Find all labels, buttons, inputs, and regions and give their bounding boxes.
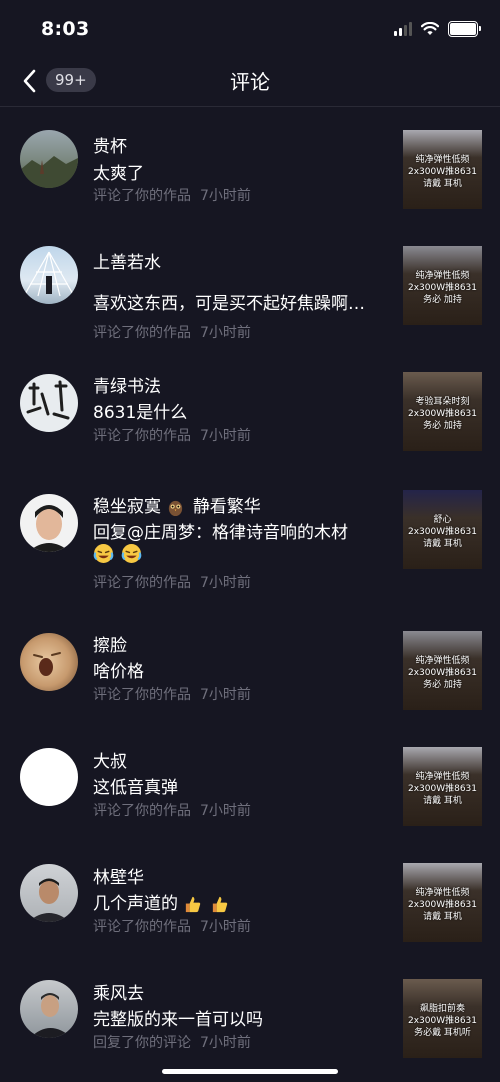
comment-text: 太爽了 [93,164,144,184]
comment-meta: 评论了你的作品 7小时前 [93,572,251,592]
owl-emoji-icon [169,500,183,516]
nav-bar: 99+ 评论 [0,58,500,107]
comment-text: 完整版的来一首可以吗 [93,1010,263,1030]
comment-item[interactable]: 林壁华 几个声道的 评论了你的作品 7小时前 纯净弹性低频 2x300W推8631… [0,848,500,964]
comment-list: 贵杯 太爽了 评论了你的作品 7小时前 纯净弹性低频 2x300W推8631 请戴… [0,108,500,1074]
thumbnail-caption: 请戴 耳机 [423,179,462,189]
comment-meta: 评论了你的作品 7小时前 [93,322,251,342]
comment-time: 7小时前 [200,325,251,341]
comment-item[interactable]: 贵杯 太爽了 评论了你的作品 7小时前 纯净弹性低频 2x300W推8631 请戴… [0,108,500,224]
avatar[interactable] [20,864,78,922]
status-bar: 8:03 [0,0,500,58]
thumbnail-caption: 务必戴 耳机听 [414,1028,471,1038]
page-title: 评论 [230,70,270,94]
username-part: 静看繁华 [192,497,261,517]
video-thumbnail[interactable]: 纯净弹性低频 2x300W推8631 务必 加持 [403,631,482,710]
thumbnail-caption: 请戴 耳机 [423,912,462,922]
comment-meta: 评论了你的作品 7小时前 [93,916,251,936]
comment-action: 评论了你的作品 [93,803,191,819]
avatar[interactable] [20,374,78,432]
comment-action: 评论了你的作品 [93,428,191,444]
video-thumbnail[interactable]: 舒心 2x300W推8631 请戴 耳机 [403,490,482,569]
laughing-tears-emoji-icon [121,544,142,563]
video-thumbnail[interactable]: 纯净弹性低频 2x300W推8631 务必 加持 [403,246,482,325]
comment-time: 7小时前 [200,687,251,703]
video-thumbnail[interactable]: 考验耳朵时刻 2x300W推8631 务必 加持 [403,372,482,451]
username[interactable]: 擦脸 [93,631,127,656]
username[interactable]: 大叔 [93,747,127,772]
comment-action: 评论了你的作品 [93,919,191,935]
comment-action: 回复了你的评论 [93,1035,191,1051]
video-thumbnail[interactable]: 纯净弹性低频 2x300W推8631 请戴 耳机 [403,130,482,209]
username[interactable]: 乘风去 [93,979,144,1004]
comment-item[interactable]: 乘风去 完整版的来一首可以吗 回复了你的评论 7小时前 飙脂扣前奏 2x300W推… [0,964,500,1074]
comment-meta: 评论了你的作品 7小时前 [93,185,251,205]
comment-time: 7小时前 [200,919,251,935]
comment-time: 7小时前 [200,428,251,444]
thumbnail-caption: 请戴 耳机 [423,539,462,549]
avatar[interactable] [20,980,78,1038]
video-thumbnail[interactable]: 纯净弹性低频 2x300W推8631 请戴 耳机 [403,863,482,942]
comment-text: 回复@庄周梦：格律诗音响的木材 [93,523,348,543]
username[interactable]: 青绿书法 [93,372,161,397]
avatar[interactable] [20,130,78,188]
username[interactable]: 稳坐寂寞 静看繁华 [93,492,261,517]
comment-action: 评论了你的作品 [93,188,191,204]
thumbnail-caption: 务必 加持 [423,421,462,431]
avatar[interactable] [20,633,78,691]
screen: 8:03 99+ 评论 贵杯 太爽了 评论了你的作品 7小时前 纯净弹性低频 2… [0,0,500,1082]
video-thumbnail[interactable]: 飙脂扣前奏 2x300W推8631 务必戴 耳机听 [403,979,482,1058]
username[interactable]: 上善若水 [93,248,161,273]
comment-text: 8631是什么 [93,403,188,423]
comment-meta: 评论了你的作品 7小时前 [93,425,251,445]
comment-action: 评论了你的作品 [93,575,191,591]
avatar[interactable] [20,494,78,552]
comment-item[interactable]: 青绿书法 8631是什么 评论了你的作品 7小时前 考验耳朵时刻 2x300W推8… [0,356,500,470]
wifi-icon [421,22,439,35]
video-thumbnail[interactable]: 纯净弹性低频 2x300W推8631 请戴 耳机 [403,747,482,826]
comment-meta: 回复了你的评论 7小时前 [93,1032,251,1052]
battery-icon [448,21,481,37]
comment-meta: 评论了你的作品 7小时前 [93,800,251,820]
comment-time: 7小时前 [200,803,251,819]
laughing-tears-emoji-icon [93,544,114,563]
comment-time: 7小时前 [200,1035,251,1051]
comment-text: 几个声道的 [93,889,231,914]
comment-time: 7小时前 [200,575,251,591]
emoji-row [93,543,144,564]
comment-item[interactable]: 大叔 这低音真弹 评论了你的作品 7小时前 纯净弹性低频 2x300W推8631 … [0,732,500,848]
comment-item[interactable]: 擦脸 啥价格 评论了你的作品 7小时前 纯净弹性低频 2x300W推8631 务必… [0,615,500,732]
thumbs-up-emoji-icon [186,896,201,912]
avatar[interactable] [20,246,78,304]
avatar[interactable] [20,748,78,806]
cellular-signal-icon [394,22,412,36]
username-part: 稳坐寂寞 [93,497,161,517]
comment-text: 这低音真弹 [93,778,178,798]
thumbnail-caption: 请戴 耳机 [423,796,462,806]
status-time: 8:03 [41,18,90,40]
comment-text: 啥价格 [93,662,144,682]
comment-action: 评论了你的作品 [93,325,191,341]
comment-text-body: 几个声道的 [93,894,178,914]
home-indicator[interactable] [162,1069,338,1074]
comment-item[interactable]: 稳坐寂寞 静看繁华 回复@庄周梦：格律诗音响的木材 评论了你的作品 7小时前 舒心… [0,470,500,615]
username[interactable]: 林壁华 [93,863,144,888]
thumbs-up-emoji-icon [212,896,228,912]
thumbnail-caption: 务必 加持 [423,680,462,690]
username[interactable]: 贵杯 [93,132,127,157]
thumbnail-caption: 务必 加持 [423,295,462,305]
comment-action: 评论了你的作品 [93,687,191,703]
comment-text: 喜欢这东西，可是买不起好焦躁啊… [93,294,365,314]
comment-meta: 评论了你的作品 7小时前 [93,684,251,704]
comment-time: 7小时前 [200,188,251,204]
comment-item[interactable]: 上善若水 喜欢这东西，可是买不起好焦躁啊… 评论了你的作品 7小时前 纯净弹性低频… [0,224,500,356]
status-icons [394,21,481,37]
